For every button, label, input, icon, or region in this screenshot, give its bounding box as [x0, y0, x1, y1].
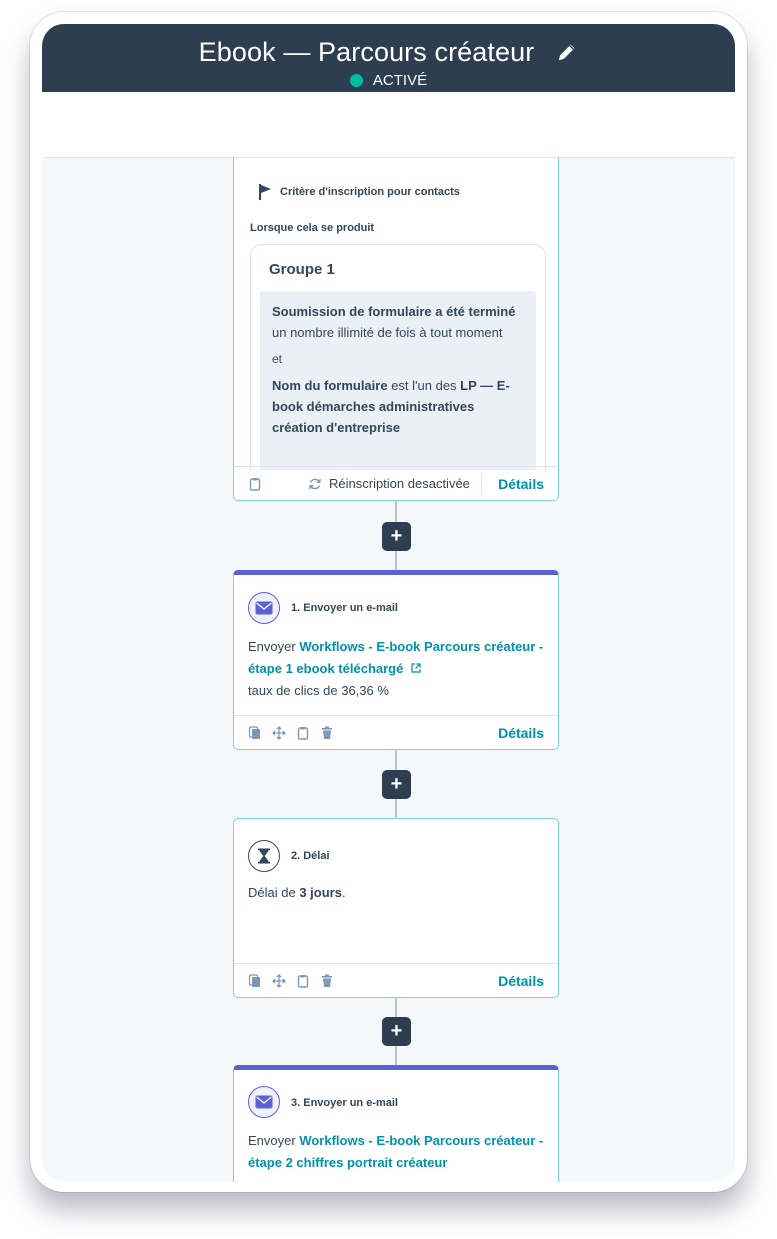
trigger-heading: Critère d'inscription pour contacts — [280, 186, 460, 198]
status-dot-icon — [349, 74, 363, 87]
step-description: Délai de 3 jours. — [248, 882, 544, 904]
trigger-card-footer: Réinscription desactivée Détails — [234, 466, 558, 500]
title-row: Ebook — Parcours créateur — [42, 36, 735, 68]
app-screen: Ebook — Parcours créateur ACTIVÉ Critère… — [42, 24, 735, 1182]
step-description: Envoyer Workflows - E-book Parcours créa… — [248, 1130, 544, 1174]
step-card-delay[interactable]: 2. Délai Délai de 3 jours. Détails — [233, 818, 559, 998]
workflow-header: Ebook — Parcours créateur ACTIVÉ — [42, 24, 735, 92]
click-rate: taux de clics de 36,36 % — [248, 683, 389, 698]
workflow-title: Ebook — Parcours créateur — [198, 36, 535, 67]
condition-panel: Soumission de formulaire a été terminé u… — [260, 291, 536, 470]
group-box: Groupe 1 Soumission de formulaire a été … — [250, 244, 546, 470]
device-frame: Ebook — Parcours créateur ACTIVÉ Critère… — [30, 12, 747, 1192]
external-link-icon[interactable] — [411, 663, 421, 673]
condition-1-text: un nombre illimité de fois à tout moment — [272, 325, 503, 340]
clipboard-icon[interactable] — [296, 726, 310, 740]
step-title: 2. Délai — [291, 850, 330, 862]
trigger-details-link[interactable]: Détails — [498, 476, 544, 492]
reenroll-status: Réinscription desactivée — [308, 476, 470, 491]
move-icon[interactable] — [272, 725, 286, 740]
group-title: Groupe 1 — [269, 261, 335, 278]
step-prefix: Envoyer — [248, 1133, 300, 1148]
hourglass-icon — [248, 840, 280, 872]
status-label: ACTIVÉ — [372, 72, 428, 89]
footer-divider — [480, 473, 482, 494]
condition-1: Soumission de formulaire a été terminé u… — [272, 301, 524, 343]
envelope-icon — [248, 592, 280, 624]
delay-suffix: . — [341, 885, 346, 900]
add-action-button[interactable]: + — [382, 1017, 411, 1046]
step-card-send-email-3[interactable]: 3. Envoyer un e-mail Envoyer Workflows -… — [233, 1065, 559, 1182]
step-title: 1. Envoyer un e-mail — [291, 602, 398, 614]
condition-2-text: est l'un des — [387, 378, 461, 393]
condition-2: Nom du formulaire est l'un des LP — E-bo… — [272, 375, 524, 438]
delay-duration: 3 jours — [299, 885, 342, 900]
move-icon[interactable] — [272, 973, 286, 988]
step-prefix: Envoyer — [248, 639, 300, 654]
trash-icon[interactable] — [320, 974, 334, 988]
condition-1-bold: Soumission de formulaire a été terminé — [272, 304, 516, 319]
clipboard-icon[interactable] — [248, 477, 262, 491]
delay-prefix: Délai de — [248, 885, 300, 900]
step-details-link[interactable]: Détails — [498, 725, 544, 741]
reenroll-label: Réinscription desactivée — [329, 476, 470, 491]
refresh-icon — [309, 478, 321, 489]
add-action-button[interactable]: + — [382, 770, 411, 799]
step-footer: Détails — [234, 963, 558, 997]
and-label: et — [272, 352, 283, 366]
pencil-icon[interactable] — [556, 41, 578, 63]
flag-icon — [259, 184, 271, 200]
toolbar-area — [42, 92, 735, 158]
step-title: 3. Envoyer un e-mail — [291, 1097, 398, 1109]
envelope-icon — [248, 1086, 280, 1118]
add-action-button[interactable]: + — [382, 522, 411, 551]
when-label: Lorsque cela se produit — [250, 222, 375, 234]
clipboard-icon[interactable] — [296, 974, 310, 988]
step-description: Envoyer Workflows - E-book Parcours créa… — [248, 636, 544, 702]
status-indicator: ACTIVÉ — [42, 72, 735, 89]
workflow-canvas[interactable]: Critère d'inscription pour contacts Lors… — [42, 158, 735, 1182]
copy-icon[interactable] — [248, 973, 262, 988]
trash-icon[interactable] — [320, 726, 334, 740]
condition-2-bold: Nom du formulaire — [272, 378, 388, 393]
copy-icon[interactable] — [248, 725, 262, 740]
enrollment-trigger-card[interactable]: Critère d'inscription pour contacts Lors… — [233, 158, 559, 501]
step-card-send-email-1[interactable]: 1. Envoyer un e-mail Envoyer Workflows -… — [233, 570, 559, 750]
step-details-link[interactable]: Détails — [498, 973, 544, 989]
step-footer: Détails — [234, 715, 558, 749]
